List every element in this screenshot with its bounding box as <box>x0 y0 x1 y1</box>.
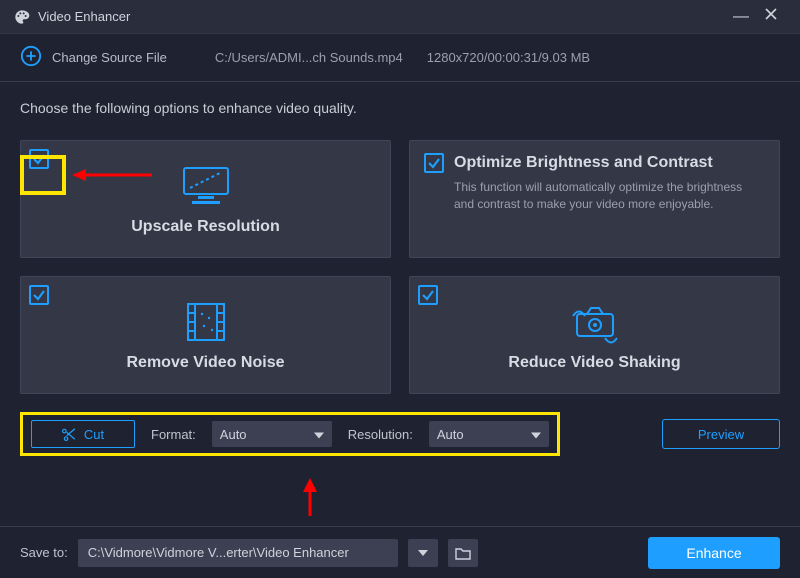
save-to-label: Save to: <box>20 545 68 560</box>
footer-bar: Save to: C:\Vidmore\Vidmore V...erter\Vi… <box>0 526 800 578</box>
preview-button[interactable]: Preview <box>662 419 780 449</box>
checkbox-brightness[interactable] <box>424 153 444 173</box>
app-palette-icon <box>14 9 30 25</box>
card-title: Remove Video Noise <box>127 354 285 372</box>
card-title: Reduce Video Shaking <box>508 354 680 372</box>
enhance-button[interactable]: Enhance <box>648 537 780 569</box>
card-upscale-resolution[interactable]: Upscale Resolution <box>20 140 391 258</box>
resolution-select[interactable]: Auto <box>429 421 549 447</box>
preview-button-label: Preview <box>698 427 744 442</box>
controls-row: Cut Format: Auto Resolution: Auto Previe… <box>20 412 780 456</box>
annotation-arrow-top <box>72 168 152 182</box>
enhance-button-label: Enhance <box>686 545 741 561</box>
save-path-dropdown[interactable] <box>408 539 438 567</box>
card-optimize-brightness[interactable]: Optimize Brightness and Contrast This fu… <box>409 140 780 258</box>
scissors-icon <box>62 427 76 441</box>
chevron-down-icon <box>531 427 541 442</box>
annotation-arrow-bottom <box>300 478 320 516</box>
cut-button[interactable]: Cut <box>31 420 135 448</box>
resolution-label: Resolution: <box>348 427 413 442</box>
monitor-upscale-icon <box>178 162 234 210</box>
title-bar: Video Enhancer — <box>0 0 800 34</box>
card-description: This function will automatically optimiz… <box>424 179 765 214</box>
checkbox-noise[interactable] <box>29 285 49 305</box>
card-title: Upscale Resolution <box>131 218 279 236</box>
source-file-meta: 1280x720/00:00:31/9.03 MB <box>427 50 590 65</box>
chevron-down-icon <box>418 550 428 556</box>
source-file-path: C:/Users/ADMI...ch Sounds.mp4 <box>215 50 403 65</box>
checkbox-shaking[interactable] <box>418 285 438 305</box>
format-label: Format: <box>151 427 196 442</box>
camera-shake-icon <box>565 298 625 346</box>
cut-button-label: Cut <box>84 427 104 442</box>
change-source-link[interactable]: Change Source File <box>52 50 167 65</box>
save-path-field[interactable]: C:\Vidmore\Vidmore V...erter\Video Enhan… <box>78 539 398 567</box>
card-remove-noise[interactable]: Remove Video Noise <box>20 276 391 394</box>
format-select[interactable]: Auto <box>212 421 332 447</box>
main-area: Choose the following options to enhance … <box>0 82 800 468</box>
card-reduce-shaking[interactable]: Reduce Video Shaking <box>409 276 780 394</box>
film-noise-icon <box>182 298 230 346</box>
browse-folder-button[interactable] <box>448 539 478 567</box>
folder-icon <box>455 546 471 560</box>
save-path-text: C:\Vidmore\Vidmore V...erter\Video Enhan… <box>88 545 349 560</box>
format-value: Auto <box>220 427 247 442</box>
close-button[interactable] <box>756 7 786 26</box>
app-title: Video Enhancer <box>38 9 726 24</box>
instruction-text: Choose the following options to enhance … <box>20 100 780 116</box>
add-source-icon[interactable] <box>20 45 42 70</box>
card-title: Optimize Brightness and Contrast <box>454 154 713 172</box>
annotation-controls-highlight: Cut Format: Auto Resolution: Auto <box>20 412 560 456</box>
source-bar: Change Source File C:/Users/ADMI...ch So… <box>0 34 800 82</box>
chevron-down-icon <box>314 427 324 442</box>
minimize-button[interactable]: — <box>726 8 756 26</box>
resolution-value: Auto <box>437 427 464 442</box>
checkbox-upscale[interactable] <box>29 149 49 169</box>
